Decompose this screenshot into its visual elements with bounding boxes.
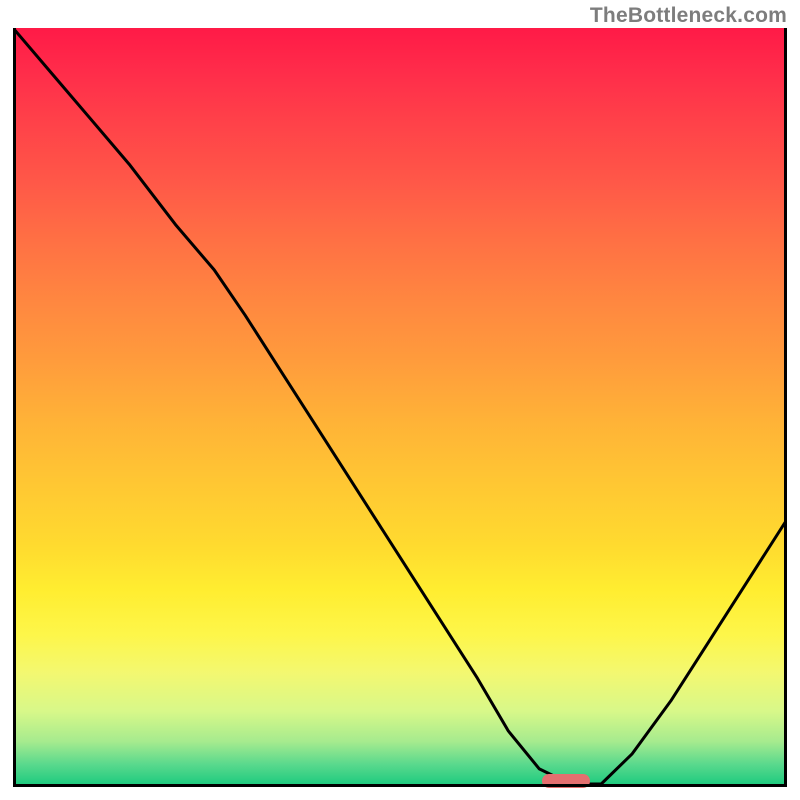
chart-frame [13,28,787,787]
watermark-text: TheBottleneck.com [590,4,787,28]
optimal-range-marker [542,774,590,788]
bottleneck-curve [13,28,787,787]
